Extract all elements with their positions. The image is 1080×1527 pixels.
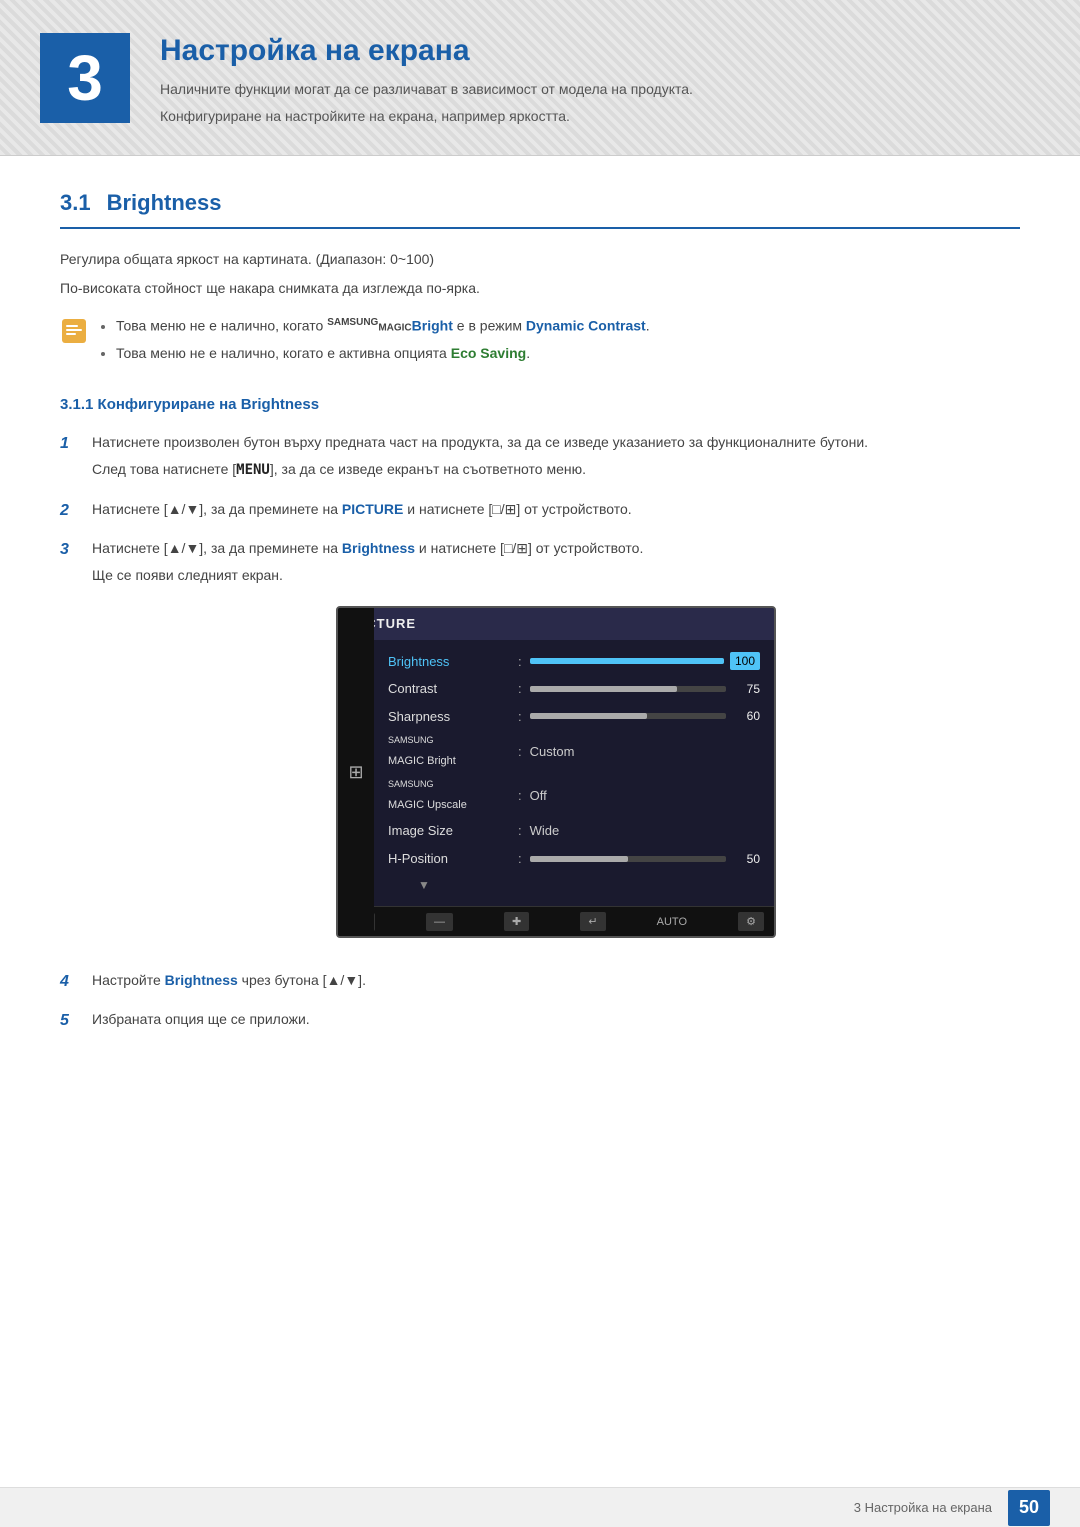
brightness-val: 100 (730, 652, 760, 670)
magic-upscale-val: Off (530, 786, 547, 806)
footer-btn-plus[interactable]: ✚ (504, 912, 529, 931)
image-size-val: Wide (530, 821, 560, 841)
footer-btn-enter[interactable]: ↵ (580, 912, 605, 931)
chapter-title: Настройка на екрана (160, 28, 693, 73)
screen-menu-header: PICTURE (338, 608, 774, 640)
step-2-number: 2 (60, 499, 80, 523)
chapter-title-block: Настройка на екрана Наличните функции мо… (160, 28, 693, 127)
step-4: 4 Настройте Brightness чрез бутона [▲/▼]… (60, 970, 1020, 997)
magic-bright-val: Custom (530, 742, 575, 762)
menu-label-image-size: Image Size (388, 821, 518, 841)
step-4-text: Настройте Brightness чрез бутона [▲/▼]. (92, 970, 1020, 991)
note-line-2: Това меню не е налично, когато е активна… (116, 343, 650, 364)
screen-mockup: ⊞ PICTURE Brightness : (336, 606, 776, 938)
menu-label-magic-bright: SAMSUNGMAGIC Bright (388, 734, 518, 770)
menu-row-hposition: H-Position : 50 (338, 845, 774, 873)
step-3-text1: Натиснете [▲/▼], за да преминете на Brig… (92, 538, 1020, 559)
step-1-number: 1 (60, 432, 80, 456)
menu-row-magic-bright: SAMSUNGMAGIC Bright : Custom (338, 730, 774, 774)
note-list: Това меню не е налично, когато SAMSUNGMA… (100, 315, 650, 364)
section-31-title: Brightness (107, 186, 222, 219)
step-1: 1 Натиснете произволен бутон върху предн… (60, 432, 1020, 487)
subsection-311-number: 3.1.1 (60, 396, 93, 413)
step-4-content: Настройте Brightness чрез бутона [▲/▼]. (92, 970, 1020, 997)
step-5-text: Избраната опция ще се приложи. (92, 1009, 1020, 1030)
section-31-desc1: Регулира общата яркост на картината. (Ди… (60, 249, 1020, 270)
chapter-number: 3 (40, 33, 130, 123)
footer-chapter-label: 3 Настройка на екрана (854, 1498, 992, 1518)
chapter-header: 3 Настройка на екрана Наличните функции … (0, 0, 1080, 156)
step-2: 2 Натиснете [▲/▼], за да преминете на PI… (60, 499, 1020, 526)
step-5: 5 Избраната опция ще се приложи. (60, 1009, 1020, 1036)
menu-label-magic-upscale: SAMSUNGMAGIC Upscale (388, 778, 518, 814)
menu-bar-sharpness: 60 (530, 707, 760, 725)
step-5-number: 5 (60, 1009, 80, 1033)
section-31-header: 3.1 Brightness (60, 186, 1020, 229)
screen-menu: Brightness : 100 Contrast (338, 640, 774, 907)
footer-page-number: 50 (1008, 1490, 1050, 1526)
step-1-text2: След това натиснете [MENU], за да се изв… (92, 459, 1020, 481)
menu-label-contrast: Contrast (388, 679, 518, 699)
chapter-desc1: Наличните функции могат да се различават… (160, 79, 693, 100)
menu-row-image-size: Image Size : Wide (338, 817, 774, 845)
note-line-1: Това меню не е налично, когато SAMSUNGMA… (116, 315, 650, 337)
subsection-311-header: 3.1.1 Конфигуриране на Brightness (60, 394, 1020, 417)
menu-row-brightness: Brightness : 100 (338, 648, 774, 676)
menu-bar-brightness: 100 (530, 652, 760, 670)
step-2-content: Натиснете [▲/▼], за да преминете на PICT… (92, 499, 1020, 526)
step-3: 3 Натиснете [▲/▼], за да преминете на Br… (60, 538, 1020, 958)
note-block: Това меню не е налично, когато SAMSUNGMA… (60, 315, 1020, 364)
section-31-desc2: По-високата стойност ще накара снимката … (60, 278, 1020, 299)
step-4-number: 4 (60, 970, 80, 994)
footer-auto-label: AUTO (657, 914, 687, 931)
step-3-text2: Ще се появи следният екран. (92, 565, 1020, 586)
contrast-val: 75 (732, 680, 760, 698)
note-icon (60, 317, 88, 345)
step-1-text1: Натиснете произволен бутон върху преднат… (92, 432, 1020, 453)
menu-row-contrast: Contrast : 75 (338, 675, 774, 703)
menu-label-brightness: Brightness (388, 652, 518, 672)
menu-row-sharpness: Sharpness : 60 (338, 703, 774, 731)
chapter-desc2: Конфигуриране на настройките на екрана, … (160, 106, 693, 127)
step-3-content: Натиснете [▲/▼], за да преминете на Brig… (92, 538, 1020, 958)
sharpness-val: 60 (732, 707, 760, 725)
menu-label-sharpness: Sharpness (388, 707, 518, 727)
menu-label-hposition: H-Position (388, 849, 518, 869)
step-5-content: Избраната опция ще се приложи. (92, 1009, 1020, 1036)
step-2-text: Натиснете [▲/▼], за да преминете на PICT… (92, 499, 1020, 520)
subsection-311-title: Конфигуриране на Brightness (98, 396, 320, 413)
menu-row-more: ▼ (338, 872, 774, 898)
screen-footer: ◄ — ✚ ↵ AUTO ⚙ (338, 906, 774, 936)
main-content: 3.1 Brightness Регулира общата яркост на… (0, 156, 1080, 1128)
step-1-content: Натиснете произволен бутон върху преднат… (92, 432, 1020, 487)
section-31-number: 3.1 (60, 186, 91, 219)
footer-btn-minus[interactable]: — (426, 913, 453, 931)
hposition-val: 50 (732, 850, 760, 868)
step-3-number: 3 (60, 538, 80, 562)
menu-row-magic-upscale: SAMSUNGMAGIC Upscale : Off (338, 774, 774, 818)
footer-btn-gear[interactable]: ⚙ (738, 912, 764, 931)
page-footer: 3 Настройка на екрана 50 (0, 1487, 1080, 1527)
menu-bar-hposition: 50 (530, 850, 760, 868)
screen-mockup-wrapper: ⊞ PICTURE Brightness : (92, 606, 1020, 938)
menu-bar-contrast: 75 (530, 680, 760, 698)
